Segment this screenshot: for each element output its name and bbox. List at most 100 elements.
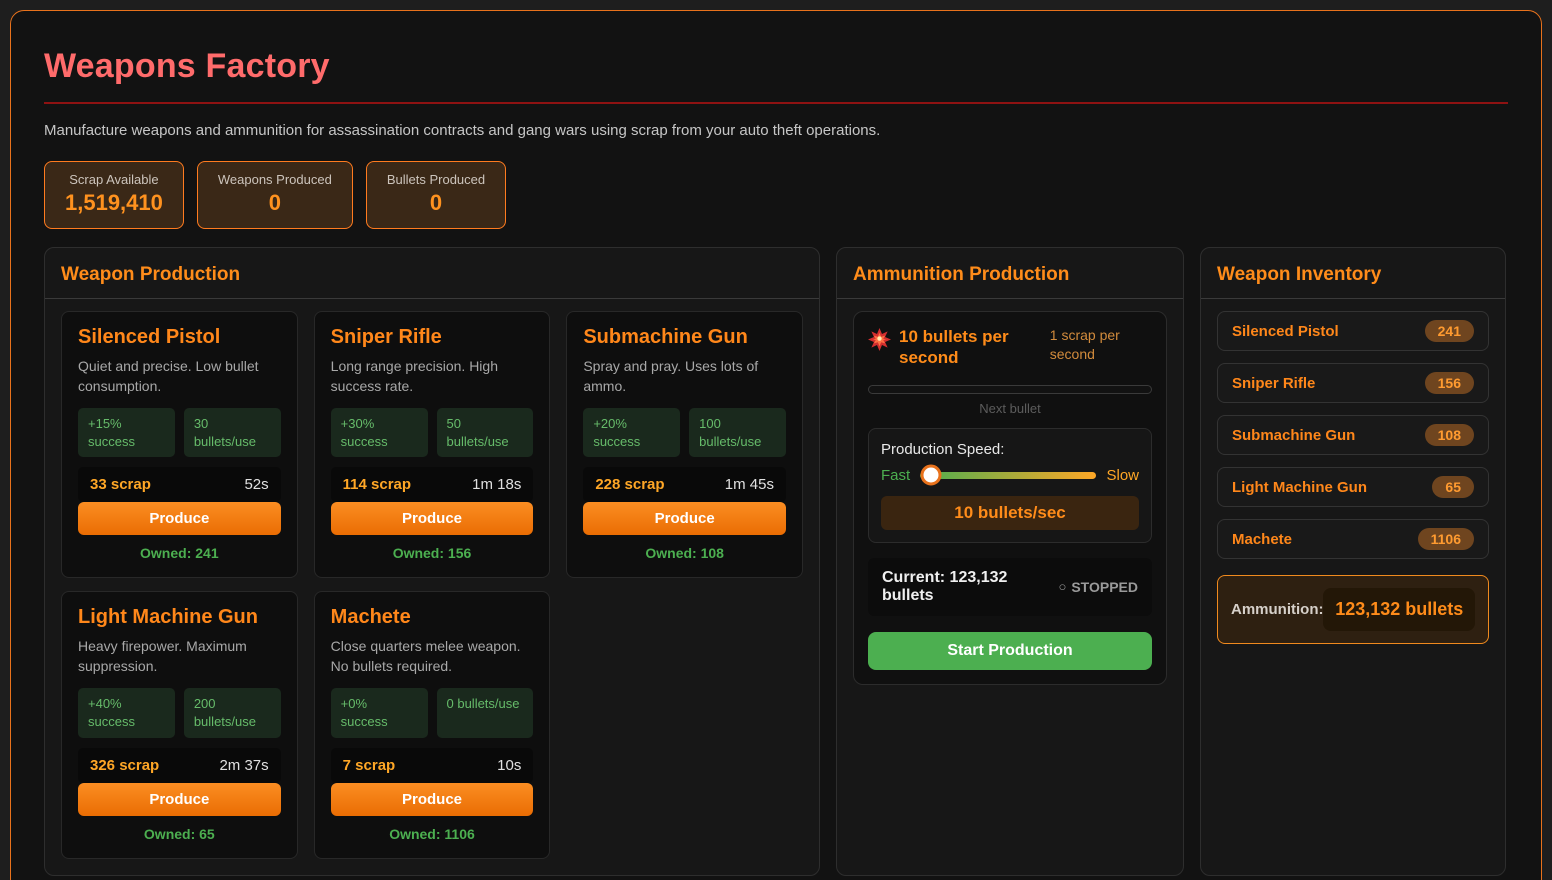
page-description: Manufacture weapons and ammunition for a… xyxy=(44,122,881,139)
production-time: 1m 18s xyxy=(472,476,522,494)
weapon-card-submachine-gun: Submachine Gun Spray and pray. Uses lots… xyxy=(566,311,803,579)
ammo-rate-left: 10 bullets per second xyxy=(868,326,1033,369)
stats-row: Scrap Available 1,519,410 Weapons Produc… xyxy=(44,161,1508,229)
card-bottom: Produce Owned: 108 xyxy=(583,502,786,561)
weapon-name: Sniper Rifle xyxy=(330,326,442,348)
weapon-cards-grid: Silenced Pistol Quiet and precise. Low b… xyxy=(61,311,803,859)
scrap-cost: 326 scrap xyxy=(90,756,160,774)
inventory-list: Silenced Pistol 241 Sniper Rifle 156 Sub… xyxy=(1217,311,1489,559)
inventory-item-name: Submachine Gun xyxy=(1232,426,1356,444)
inventory-count-badge: 1106 xyxy=(1417,528,1474,550)
inventory-count-badge: 241 xyxy=(1424,320,1474,342)
weapon-card-machete: Machete Close quarters melee weapon. No … xyxy=(313,591,551,859)
weapon-badges: +15% success 30 bullets/use xyxy=(78,408,281,458)
success-badge: +20% success xyxy=(583,408,681,458)
owned-count: Owned: 65 xyxy=(143,825,215,842)
stat-weapons-produced: Weapons Produced 0 xyxy=(196,161,353,229)
page-title: Weapons Factory xyxy=(44,47,330,85)
produce-button-silenced-pistol[interactable]: Produce xyxy=(78,502,281,536)
inventory-row-silenced-pistol: Silenced Pistol 241 xyxy=(1217,311,1489,351)
speed-slider[interactable] xyxy=(920,464,1097,486)
scrap-cost: 228 scrap xyxy=(595,476,665,494)
weapon-card-silenced-pistol: Silenced Pistol Quiet and precise. Low b… xyxy=(61,311,298,579)
success-badge: +0% success xyxy=(330,688,428,738)
scrap-per-second: 1 scrap per second xyxy=(1049,327,1120,362)
weapon-name: Machete xyxy=(330,606,411,629)
ammunition-production-title: Ammunition Production xyxy=(853,264,1070,285)
speed-value: 10 bullets/sec xyxy=(881,495,1139,530)
weapon-description: Close quarters melee weapon. No bullets … xyxy=(330,638,521,674)
weapon-card-sniper-rifle: Sniper Rifle Long range precision. High … xyxy=(313,311,551,579)
produce-button-submachine-gun[interactable]: Produce xyxy=(583,502,786,536)
stat-bullets-produced: Bullets Produced 0 xyxy=(365,161,507,229)
inventory-item-name: Machete xyxy=(1232,530,1293,548)
card-bottom: Produce Owned: 156 xyxy=(330,502,534,561)
panel-divider xyxy=(45,298,819,299)
inventory-row-sniper-rifle: Sniper Rifle 156 xyxy=(1217,363,1489,403)
panel-divider xyxy=(1201,298,1505,299)
cost-row: 7 scrap 10s xyxy=(330,747,534,783)
status-text: STOPPED xyxy=(1071,578,1138,595)
cost-row: 114 scrap 1m 18s xyxy=(330,467,534,503)
success-badge: +30% success xyxy=(330,408,428,458)
production-time: 10s xyxy=(497,756,522,774)
inventory-count-badge: 156 xyxy=(1424,372,1474,394)
production-time: 52s xyxy=(244,476,269,494)
explosion-icon xyxy=(868,328,891,369)
weapon-name: Silenced Pistol xyxy=(78,326,221,348)
weapon-description: Long range precision. High success rate. xyxy=(330,358,498,394)
speed-slider-thumb[interactable] xyxy=(920,464,942,486)
bullets-badge: 200 bullets/use xyxy=(183,688,281,738)
inventory-count-badge: 65 xyxy=(1432,476,1474,498)
next-bullet-label: Next bullet xyxy=(979,400,1041,416)
current-bullets: Current: 123,132 bullets xyxy=(882,568,1008,604)
ammunition-production-panel: Ammunition Production 10 bullets per sec… xyxy=(836,247,1184,876)
start-production-button[interactable]: Start Production xyxy=(868,631,1152,670)
ammo-rate-row: 10 bullets per second 1 scrap per second xyxy=(868,326,1152,369)
next-bullet-progress-bar xyxy=(868,384,1152,394)
bullets-badge: 50 bullets/use xyxy=(436,408,534,458)
produce-button-sniper-rifle[interactable]: Produce xyxy=(330,502,534,536)
weapon-description: Spray and pray. Uses lots of ammo. xyxy=(583,358,759,394)
scrap-cost: 33 scrap xyxy=(90,476,151,494)
production-time: 2m 37s xyxy=(219,756,269,774)
inventory-row-light-machine-gun: Light Machine Gun 65 xyxy=(1217,467,1489,507)
production-time: 1m 45s xyxy=(724,476,774,494)
stat-label: Weapons Produced xyxy=(217,172,332,187)
produce-button-light-machine-gun[interactable]: Produce xyxy=(78,782,281,816)
owned-count: Owned: 1106 xyxy=(389,825,475,842)
panel-divider xyxy=(837,298,1183,299)
speed-slider-row: Fast Slow xyxy=(881,464,1139,486)
inventory-item-name: Sniper Rifle xyxy=(1232,374,1316,392)
weapon-inventory-title: Weapon Inventory xyxy=(1217,264,1382,285)
production-speed-box: Production Speed: Fast Slow 10 bullets/s… xyxy=(868,427,1152,543)
stat-value: 0 xyxy=(268,190,281,215)
weapon-card-light-machine-gun: Light Machine Gun Heavy firepower. Maxim… xyxy=(61,591,298,859)
ammunition-label: Ammunition: xyxy=(1231,601,1324,619)
weapons-factory-page: Weapons Factory Manufacture weapons and … xyxy=(10,10,1542,880)
weapon-badges: +0% success 0 bullets/use xyxy=(330,688,534,738)
title-divider xyxy=(44,102,1508,104)
production-status-badge: ○ STOPPED xyxy=(1058,579,1138,595)
card-bottom: Produce Owned: 65 xyxy=(78,782,281,842)
bullets-per-second: 10 bullets per second xyxy=(899,327,1009,368)
scrap-cost: 114 scrap xyxy=(342,476,412,494)
inventory-item-name: Silenced Pistol xyxy=(1232,322,1339,340)
stat-label: Scrap Available xyxy=(69,172,159,187)
scrap-cost: 7 scrap xyxy=(342,756,396,774)
produce-button-machete[interactable]: Produce xyxy=(330,782,534,816)
weapon-production-panel: Weapon Production Silenced Pistol Quiet … xyxy=(44,247,820,876)
ammunition-total: 123,132 bullets xyxy=(1323,588,1475,632)
inventory-row-machete: Machete 1106 xyxy=(1217,519,1489,559)
stat-scrap-available: Scrap Available 1,519,410 xyxy=(44,161,184,229)
success-badge: +40% success xyxy=(78,688,175,738)
weapon-badges: +20% success 100 bullets/use xyxy=(583,408,787,458)
inventory-item-name: Light Machine Gun xyxy=(1232,478,1367,496)
owned-count: Owned: 108 xyxy=(645,545,724,562)
fast-label: Fast xyxy=(881,466,911,484)
bullets-badge: 30 bullets/use xyxy=(183,408,281,458)
weapon-name: Light Machine Gun xyxy=(78,606,258,629)
stat-value: 0 xyxy=(429,190,443,215)
bullets-badge: 0 bullets/use xyxy=(436,688,534,738)
stat-value: 1,519,410 xyxy=(65,190,163,215)
